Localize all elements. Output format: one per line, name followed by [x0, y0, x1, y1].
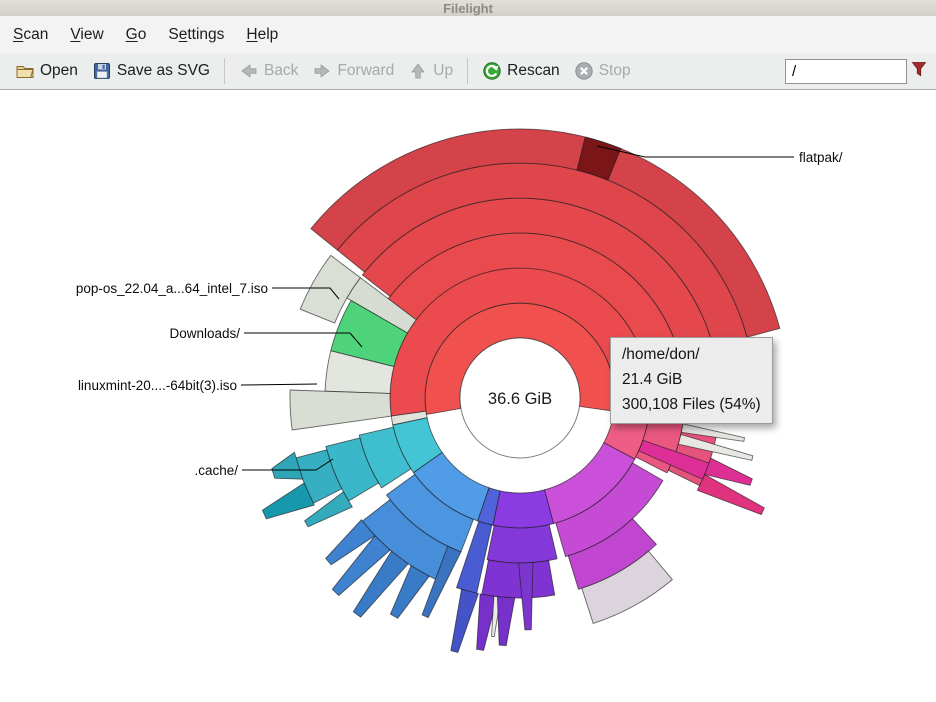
- stop-button[interactable]: Stop: [567, 57, 638, 85]
- save-svg-button[interactable]: Save as SVG: [85, 57, 217, 85]
- save-icon: [92, 61, 112, 81]
- callout-label-linuxmint-20-64bit-3-iso: linuxmint-20....-64bit(3).iso: [78, 378, 237, 393]
- rescan-button-label: Rescan: [507, 62, 560, 80]
- up-arrow-icon: [408, 61, 428, 81]
- open-button[interactable]: Open: [8, 57, 85, 85]
- chart-segment[interactable]: [482, 560, 555, 598]
- rescan-button[interactable]: Rescan: [475, 57, 567, 85]
- location-input[interactable]: [785, 59, 907, 84]
- toolbar: Open Save as SVG Back Forward Up Rescan Stop: [0, 53, 936, 90]
- menu-item-view[interactable]: View: [59, 19, 114, 51]
- chart-segment[interactable]: [493, 490, 554, 528]
- forward-arrow-icon: [312, 61, 332, 81]
- menu-item-go[interactable]: Go: [115, 19, 158, 51]
- folder-open-icon: [15, 61, 35, 81]
- open-button-label: Open: [40, 62, 78, 80]
- toolbar-separator: [467, 58, 468, 84]
- menu-item-scan[interactable]: Scan: [2, 19, 59, 51]
- chart-canvas: 36.6 GiB flatpak/pop-os_22.04_a...64_inte…: [0, 90, 936, 702]
- up-button-label: Up: [433, 62, 453, 80]
- menu-item-settings[interactable]: Settings: [157, 19, 235, 51]
- menu-item-help[interactable]: Help: [235, 19, 289, 51]
- chart-segment[interactable]: [451, 589, 479, 652]
- forward-button[interactable]: Forward: [305, 57, 401, 85]
- rescan-icon: [482, 61, 502, 81]
- menubar: ScanViewGoSettingsHelp: [0, 16, 936, 53]
- chart-segment[interactable]: [290, 390, 391, 430]
- callout-label-cache: .cache/: [194, 463, 238, 478]
- location-filter-icon[interactable]: [910, 60, 928, 83]
- window-title: Filelight: [443, 1, 493, 16]
- back-button-label: Back: [264, 62, 298, 80]
- chart-segment[interactable]: [487, 525, 557, 563]
- back-arrow-icon: [239, 61, 259, 81]
- segment-tooltip: /home/don/ 21.4 GiB 300,108 Files (54%): [610, 337, 773, 424]
- up-button[interactable]: Up: [401, 57, 460, 85]
- forward-button-label: Forward: [337, 62, 394, 80]
- tooltip-size: 21.4 GiB: [622, 367, 761, 392]
- chart-segment[interactable]: [497, 597, 514, 646]
- tooltip-files: 300,108 Files (54%): [622, 392, 761, 417]
- chart-segment[interactable]: [272, 452, 303, 479]
- toolbar-separator: [224, 58, 225, 84]
- callout-label-flatpak: flatpak/: [799, 150, 843, 165]
- window-titlebar: Filelight: [0, 0, 936, 16]
- callout-line: [241, 384, 317, 385]
- save-svg-button-label: Save as SVG: [117, 62, 210, 80]
- sunburst-chart[interactable]: 36.6 GiB flatpak/pop-os_22.04_a...64_inte…: [0, 90, 936, 702]
- location-bar: [785, 59, 928, 84]
- callout-label-pop-os-22-04-a-64-intel-7-iso: pop-os_22.04_a...64_intel_7.iso: [76, 281, 268, 296]
- back-button[interactable]: Back: [232, 57, 305, 85]
- stop-icon: [574, 61, 594, 81]
- tooltip-path: /home/don/: [622, 342, 761, 367]
- center-size-label: 36.6 GiB: [488, 390, 552, 408]
- chart-segment[interactable]: [262, 483, 314, 519]
- callout-label-downloads: Downloads/: [169, 326, 240, 341]
- stop-button-label: Stop: [599, 62, 631, 80]
